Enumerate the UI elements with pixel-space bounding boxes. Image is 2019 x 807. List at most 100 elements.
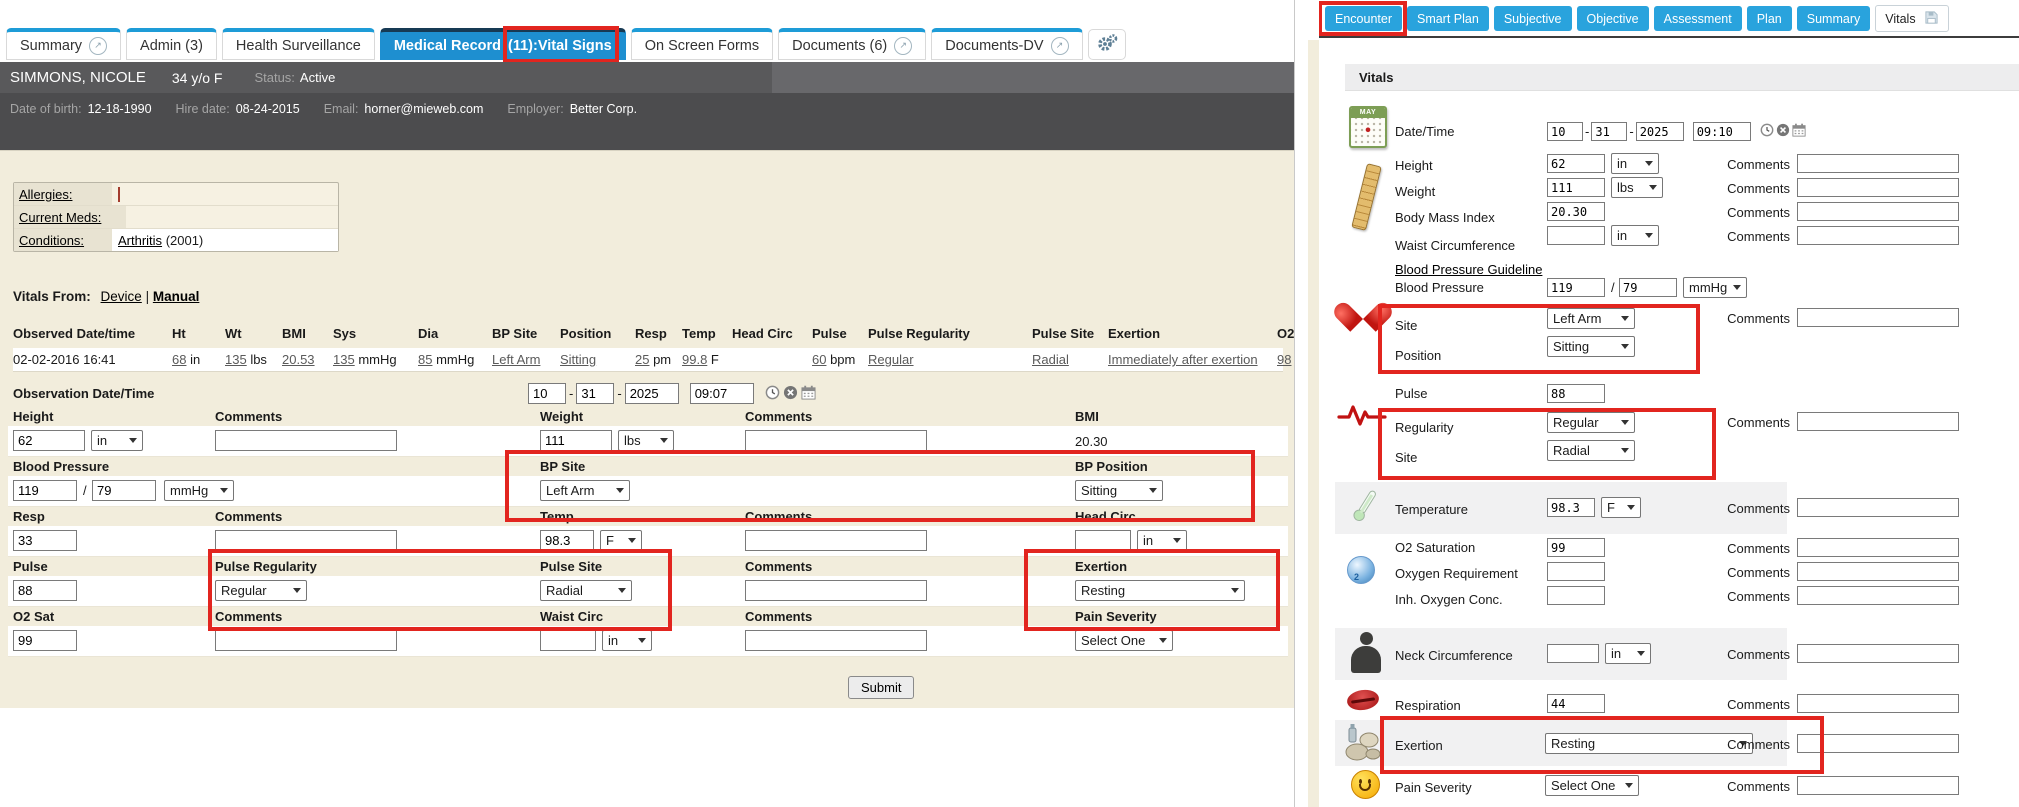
tab-smart-plan[interactable]: Smart Plan: [1407, 6, 1489, 31]
o2-saturation-input[interactable]: [1547, 538, 1605, 557]
calendar-icon[interactable]: [801, 385, 816, 403]
oxygen-requirement-input[interactable]: [1547, 562, 1605, 581]
height-input[interactable]: [1547, 154, 1605, 173]
save-icon[interactable]: [1924, 10, 1939, 28]
inh-oxygen-conc-input[interactable]: [1547, 586, 1605, 605]
tab-plan[interactable]: Plan: [1747, 6, 1792, 31]
tab-medical-records-vital-signs[interactable]: Medical Record(11):Vital Signs: [380, 28, 626, 60]
obs-month-input[interactable]: [528, 383, 566, 404]
bp-systolic-input[interactable]: [13, 480, 77, 501]
o2-sat-comments-input[interactable]: [1797, 538, 1959, 557]
waist-comments-input[interactable]: [745, 630, 927, 651]
neck-circumference-input[interactable]: [1547, 644, 1599, 663]
bp-unit-select[interactable]: mmHg: [164, 480, 234, 501]
dt-year-input[interactable]: [1636, 122, 1684, 141]
bp-guideline-link[interactable]: Blood Pressure Guideline: [1395, 262, 1542, 277]
obs-day-input[interactable]: [576, 383, 614, 404]
pulse-regularity-select[interactable]: Regular: [1547, 412, 1635, 433]
external-link-icon[interactable]: ↗: [894, 37, 912, 55]
tab-objective[interactable]: Objective: [1577, 6, 1649, 31]
neck-comments-input[interactable]: [1797, 644, 1959, 663]
tab-health-surveillance[interactable]: Health Surveillance: [222, 28, 375, 60]
weight-input[interactable]: [540, 430, 612, 451]
bp-unit-select[interactable]: mmHg: [1683, 277, 1747, 298]
clock-icon[interactable]: [765, 385, 780, 403]
exertion-select[interactable]: Resting: [1075, 580, 1245, 601]
waist-unit-select[interactable]: in: [602, 630, 652, 651]
bp-site-select[interactable]: Left Arm: [1547, 308, 1635, 329]
o2-comments-input[interactable]: [215, 630, 397, 651]
pain-comments-input[interactable]: [1797, 776, 1959, 795]
neck-unit-select[interactable]: in: [1605, 643, 1651, 664]
pain-severity-select[interactable]: Select One: [1545, 775, 1639, 796]
pulse-input[interactable]: [1547, 384, 1605, 403]
head-circ-input[interactable]: [1075, 530, 1131, 551]
height-unit-select[interactable]: in: [91, 430, 143, 451]
temperature-unit-select[interactable]: F: [1601, 497, 1641, 518]
tab-settings-button[interactable]: [1088, 29, 1126, 60]
tab-admin[interactable]: Admin (3): [126, 28, 217, 60]
weight-comments-input[interactable]: [1797, 178, 1959, 197]
clear-date-icon[interactable]: [1776, 123, 1790, 140]
respiration-comments-input[interactable]: [1797, 694, 1959, 713]
tab-vitals-active[interactable]: Vitals: [1875, 5, 1948, 32]
dt-time-input[interactable]: [1693, 122, 1751, 141]
tab-on-screen-forms[interactable]: On Screen Forms: [631, 28, 773, 60]
bp-position-select[interactable]: Sitting: [1547, 336, 1635, 357]
weight-unit-select[interactable]: lbs: [618, 430, 674, 451]
allergies-link[interactable]: Allergies:: [19, 187, 72, 202]
resp-comments-input[interactable]: [215, 530, 397, 551]
height-comments-input[interactable]: [1797, 154, 1959, 173]
waist-comments-input[interactable]: [1797, 226, 1959, 245]
pulse-input[interactable]: [13, 580, 77, 601]
bp-comments-input[interactable]: [1797, 308, 1959, 327]
temp-unit-select[interactable]: F: [600, 530, 642, 551]
pulse-comments-input[interactable]: [1797, 412, 1959, 431]
pulse-site-select[interactable]: Radial: [540, 580, 632, 601]
bp-diastolic-input[interactable]: [1619, 278, 1677, 297]
dt-day-input[interactable]: [1591, 122, 1627, 141]
external-link-icon[interactable]: ↗: [89, 37, 107, 55]
temperature-comments-input[interactable]: [1797, 498, 1959, 517]
temp-comments-input[interactable]: [745, 530, 927, 551]
bp-diastolic-input[interactable]: [92, 480, 156, 501]
weight-input[interactable]: [1547, 178, 1605, 197]
temperature-input[interactable]: [1547, 498, 1595, 517]
vitals-from-manual-link[interactable]: Manual: [153, 289, 200, 304]
bp-site-select[interactable]: Left Arm: [540, 480, 630, 501]
bp-position-select[interactable]: Sitting: [1075, 480, 1163, 501]
waist-unit-select[interactable]: in: [1611, 225, 1659, 246]
tab-documents-dv[interactable]: Documents-DV ↗: [931, 28, 1082, 60]
height-input[interactable]: [13, 430, 85, 451]
height-unit-select[interactable]: in: [1611, 153, 1659, 174]
submit-button[interactable]: Submit: [848, 676, 914, 699]
tab-subjective[interactable]: Subjective: [1494, 6, 1572, 31]
weight-comments-input[interactable]: [745, 430, 927, 451]
clear-date-icon[interactable]: [783, 385, 798, 403]
bmi-comments-input[interactable]: [1797, 202, 1959, 221]
condition-arthritis-link[interactable]: Arthritis: [118, 233, 162, 248]
height-comments-input[interactable]: [215, 430, 397, 451]
obs-year-input[interactable]: [625, 383, 679, 404]
vitals-from-device-link[interactable]: Device: [101, 289, 142, 304]
temp-input[interactable]: [540, 530, 594, 551]
exertion-comments-input[interactable]: [1797, 734, 1959, 753]
pulse-regularity-select[interactable]: Regular: [215, 580, 307, 601]
head-circ-unit-select[interactable]: in: [1137, 530, 1187, 551]
waist-input[interactable]: [1547, 226, 1605, 245]
external-link-icon[interactable]: ↗: [1051, 37, 1069, 55]
tab-summary-right[interactable]: Summary: [1797, 6, 1870, 31]
tab-encounter[interactable]: Encounter: [1325, 6, 1402, 31]
tab-summary[interactable]: Summary ↗: [6, 28, 121, 60]
waist-circ-input[interactable]: [540, 630, 596, 651]
o2-sat-input[interactable]: [13, 630, 77, 651]
tab-documents[interactable]: Documents (6) ↗: [778, 28, 926, 60]
calendar-icon[interactable]: [1792, 123, 1806, 140]
respiration-input[interactable]: [1547, 694, 1605, 713]
current-meds-link[interactable]: Current Meds:: [19, 210, 101, 225]
pulse-comments-input[interactable]: [745, 580, 927, 601]
resp-input[interactable]: [13, 530, 77, 551]
weight-unit-select[interactable]: lbs: [1611, 177, 1663, 198]
inh-oxygen-comments-input[interactable]: [1797, 586, 1959, 605]
pulse-site-select[interactable]: Radial: [1547, 440, 1635, 461]
